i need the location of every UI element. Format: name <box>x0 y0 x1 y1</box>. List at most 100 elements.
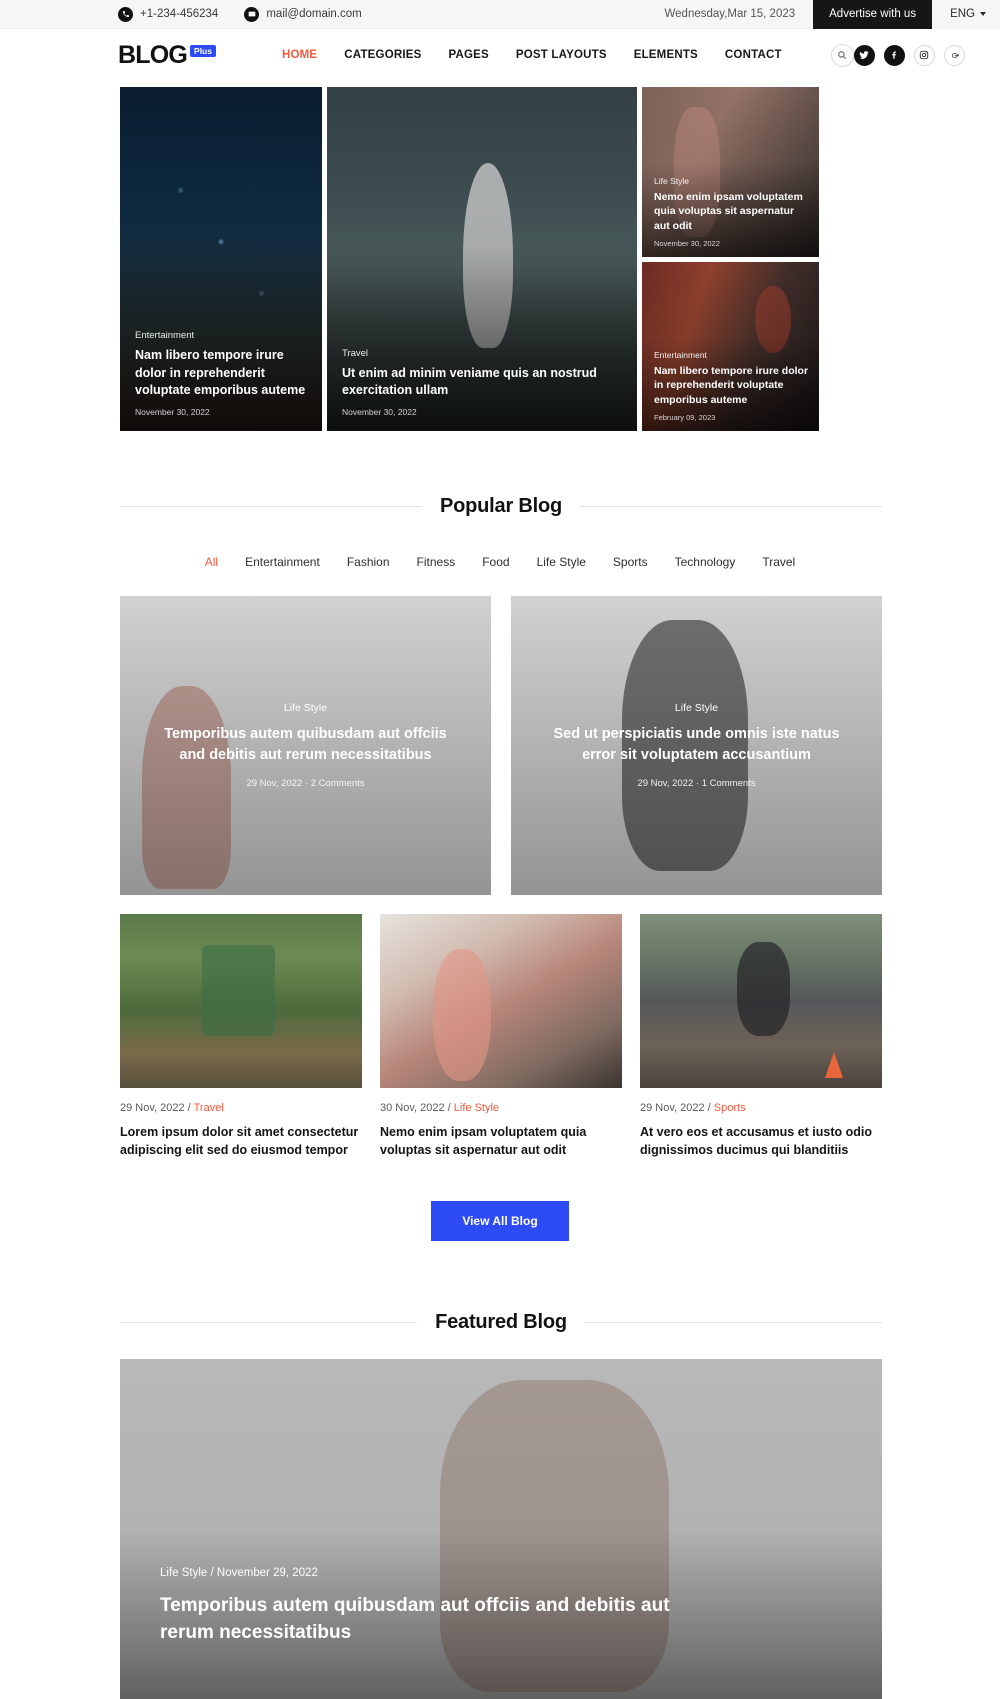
featured-rule-right <box>585 1322 882 1323</box>
popular-big-1-category[interactable]: Life Style <box>284 702 327 714</box>
popular-small-card-2[interactable]: 30 Nov, 2022 / Life Style Nemo enim ipsa… <box>380 914 622 1159</box>
hero-card-right-bottom[interactable]: Entertainment Nam libero tempore irure d… <box>642 262 819 431</box>
popular-small-2-title[interactable]: Nemo enim ipsam voluptatem quia voluptas… <box>380 1123 622 1159</box>
popular-big-2-title[interactable]: Sed ut perspiciatis unde omnis iste natu… <box>545 724 848 765</box>
popular-small-1-date: 29 Nov, 2022 <box>120 1102 185 1114</box>
popular-small-card-1[interactable]: 29 Nov, 2022 / Travel Lorem ipsum dolor … <box>120 914 362 1159</box>
site-logo[interactable]: BLOG Plus <box>118 43 216 68</box>
language-selector[interactable]: ENG <box>932 0 1000 29</box>
hero-left-title[interactable]: Nam libero tempore irure dolor in repreh… <box>135 347 310 399</box>
hero-left-category[interactable]: Entertainment <box>135 330 310 341</box>
featured-overlay <box>120 1359 882 1699</box>
popular-big-card-1[interactable]: Life Style Temporibus autem quibusdam au… <box>120 596 491 895</box>
google-plus-link[interactable]: G <box>944 45 965 66</box>
heading-rule-right <box>580 506 882 507</box>
hero-right-top-date: November 30, 2022 <box>654 239 809 248</box>
search-button[interactable] <box>831 44 854 67</box>
popular-small-3-meta: 29 Nov, 2022 / Sports <box>640 1102 882 1114</box>
popular-small-1-meta: 29 Nov, 2022 / Travel <box>120 1102 362 1114</box>
nav-item-elements[interactable]: ELEMENTS <box>634 49 698 61</box>
featured-rule-left <box>120 1322 417 1323</box>
featured-blog-title: Featured Blog <box>435 1311 567 1334</box>
nav-item-post-layouts[interactable]: POST LAYOUTS <box>516 49 607 61</box>
envelope-icon <box>244 7 259 22</box>
nav-item-home[interactable]: HOME <box>282 49 317 61</box>
hero-middle-date: November 30, 2022 <box>342 407 625 417</box>
hero-right-top-category[interactable]: Life Style <box>654 176 809 186</box>
featured-meta: Life Style / November 29, 2022 <box>160 1567 720 1579</box>
email-contact[interactable]: mail@domain.com <box>244 7 361 22</box>
popular-small-1-title[interactable]: Lorem ipsum dolor sit amet consectetur a… <box>120 1123 362 1159</box>
popular-featured-cards: Life Style Temporibus autem quibusdam au… <box>120 596 882 895</box>
hero-right-top-title[interactable]: Nemo enim ipsam voluptatem quia voluptas… <box>654 190 809 233</box>
popular-big-card-2[interactable]: Life Style Sed ut perspiciatis unde omni… <box>511 596 882 895</box>
facebook-link[interactable] <box>884 45 905 66</box>
phone-contact[interactable]: +1-234-456234 <box>118 7 218 22</box>
logo-text: BLOG <box>118 43 187 68</box>
popular-small-2-category[interactable]: Life Style <box>454 1102 499 1114</box>
view-all-wrapper: View All Blog <box>0 1201 1000 1241</box>
email-address: mail@domain.com <box>266 8 361 20</box>
hero-right-column: Life Style Nemo enim ipsam voluptatem qu… <box>642 87 819 431</box>
phone-number: +1-234-456234 <box>140 8 218 20</box>
popular-small-3-image <box>640 914 882 1088</box>
hero-right-bottom-caption: Entertainment Nam libero tempore irure d… <box>654 350 809 422</box>
category-filters: All Entertainment Fashion Fitness Food L… <box>0 555 1000 569</box>
popular-small-card-3[interactable]: 29 Nov, 2022 / Sports At vero eos et acc… <box>640 914 882 1159</box>
popular-big-2-category[interactable]: Life Style <box>675 702 718 714</box>
popular-small-3-title[interactable]: At vero eos et accusamus et iusto odio d… <box>640 1123 882 1159</box>
current-date: Wednesday,Mar 15, 2023 <box>665 8 796 20</box>
hero-card-left[interactable]: Entertainment Nam libero tempore irure d… <box>120 87 322 431</box>
hero-card-middle[interactable]: Travel Ut enim ad minim veniame quis an … <box>327 87 637 431</box>
popular-small-1-category[interactable]: Travel <box>194 1102 224 1114</box>
popular-big-1-meta: 29 Nov, 2022 · 2 Comments <box>246 778 364 789</box>
popular-small-cards: 29 Nov, 2022 / Travel Lorem ipsum dolor … <box>120 914 882 1159</box>
popular-small-3-category[interactable]: Sports <box>714 1102 746 1114</box>
svg-text:G: G <box>952 52 957 59</box>
popular-small-2-date: 30 Nov, 2022 <box>380 1102 445 1114</box>
popular-small-2-separator: / <box>445 1102 454 1114</box>
hero-right-bottom-category[interactable]: Entertainment <box>654 350 809 360</box>
filter-fitness[interactable]: Fitness <box>417 555 456 569</box>
top-bar-contacts: +1-234-456234 mail@domain.com <box>118 7 362 22</box>
featured-blog-heading: Featured Blog <box>120 1311 882 1334</box>
phone-icon <box>118 7 133 22</box>
hero-grid: Entertainment Nam libero tempore irure d… <box>0 81 1000 431</box>
featured-blog-card[interactable]: Life Style / November 29, 2022 Temporibu… <box>120 1359 882 1699</box>
popular-big-2-meta: 29 Nov, 2022 · 1 Comments <box>637 778 755 789</box>
instagram-link[interactable] <box>914 45 935 66</box>
nav-item-pages[interactable]: PAGES <box>448 49 488 61</box>
popular-big-1-title[interactable]: Temporibus autem quibusdam aut offciis a… <box>154 724 457 765</box>
hero-middle-title[interactable]: Ut enim ad minim veniame quis an nostrud… <box>342 365 625 400</box>
hero-right-bottom-title[interactable]: Nam libero tempore irure dolor in repreh… <box>654 364 809 407</box>
hero-middle-caption: Travel Ut enim ad minim veniame quis an … <box>342 348 625 418</box>
advertise-button[interactable]: Advertise with us <box>813 0 932 29</box>
popular-big-2-caption: Life Style Sed ut perspiciatis unde omni… <box>511 596 882 895</box>
filter-technology[interactable]: Technology <box>675 555 736 569</box>
filter-travel[interactable]: Travel <box>762 555 795 569</box>
google-plus-icon: G <box>949 50 960 61</box>
nav-item-categories[interactable]: CATEGORIES <box>344 49 421 61</box>
filter-all[interactable]: All <box>205 555 218 569</box>
twitter-link[interactable] <box>854 45 875 66</box>
view-all-blog-button[interactable]: View All Blog <box>431 1201 568 1241</box>
filter-life-style[interactable]: Life Style <box>537 555 586 569</box>
top-bar: +1-234-456234 mail@domain.com Wednesday,… <box>0 0 1000 29</box>
featured-caption: Life Style / November 29, 2022 Temporibu… <box>160 1567 720 1647</box>
popular-blog-title: Popular Blog <box>440 495 562 518</box>
popular-big-1-caption: Life Style Temporibus autem quibusdam au… <box>120 596 491 895</box>
hero-left-caption: Entertainment Nam libero tempore irure d… <box>135 330 310 417</box>
nav-item-contact[interactable]: CONTACT <box>725 49 782 61</box>
popular-small-2-meta: 30 Nov, 2022 / Life Style <box>380 1102 622 1114</box>
filter-sports[interactable]: Sports <box>613 555 648 569</box>
featured-title[interactable]: Temporibus autem quibusdam aut offciis a… <box>160 1593 720 1647</box>
search-icon <box>837 50 847 60</box>
hero-card-right-top[interactable]: Life Style Nemo enim ipsam voluptatem qu… <box>642 87 819 257</box>
filter-entertainment[interactable]: Entertainment <box>245 555 320 569</box>
chevron-down-icon <box>980 12 986 16</box>
hero-middle-category[interactable]: Travel <box>342 348 625 359</box>
hero-left-date: November 30, 2022 <box>135 407 310 417</box>
filter-food[interactable]: Food <box>482 555 509 569</box>
heading-rule-left <box>120 506 422 507</box>
filter-fashion[interactable]: Fashion <box>347 555 390 569</box>
